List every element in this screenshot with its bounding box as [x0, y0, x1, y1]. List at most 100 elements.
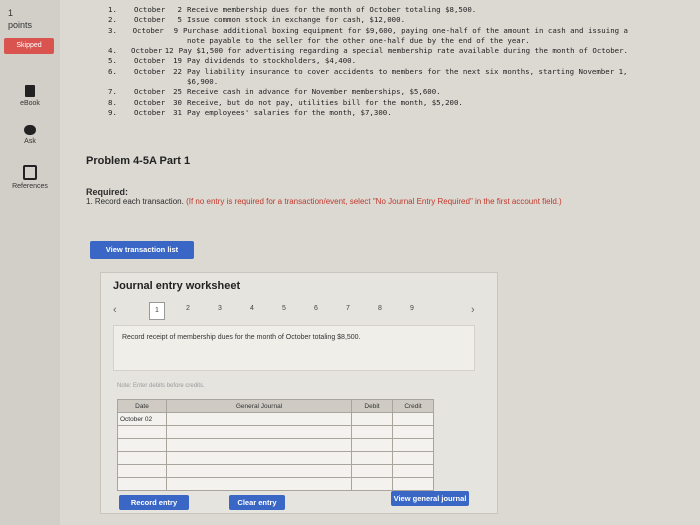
transaction-list: 1. October 2 Receive membership dues for th…: [108, 5, 628, 118]
chevron-left-icon[interactable]: ‹: [113, 304, 117, 316]
transaction-day: 30: [173, 97, 182, 107]
page-7[interactable]: 7: [341, 305, 355, 312]
ebook-button[interactable]: eBook: [6, 85, 54, 107]
chevron-right-icon[interactable]: ›: [471, 304, 475, 316]
date-cell[interactable]: [117, 451, 167, 465]
ebook-icon: [25, 85, 35, 97]
skipped-badge: Skipped: [4, 38, 54, 54]
transaction-number: 2.: [108, 15, 117, 25]
transaction-continuation: $6,900.: [187, 77, 219, 87]
credit-field[interactable]: [392, 464, 434, 478]
date-cell[interactable]: [117, 438, 167, 452]
required-label: Required:: [86, 187, 129, 197]
column-date: Date: [117, 399, 167, 413]
account-field[interactable]: [166, 477, 352, 491]
page-6[interactable]: 6: [309, 305, 323, 312]
transaction-number: 4.: [108, 46, 117, 56]
required-hint: (If no entry is required for a transacti…: [186, 197, 562, 206]
debit-field[interactable]: [351, 451, 393, 465]
column-general-journal: General Journal: [166, 399, 352, 413]
ebook-label: eBook: [20, 100, 40, 107]
transaction-continuation: note payable to the seller for the other…: [187, 35, 530, 45]
table-row: [117, 438, 434, 452]
date-cell[interactable]: [117, 425, 167, 439]
problem-title: Problem 4-5A Part 1: [86, 155, 191, 167]
transaction-number: 9.: [108, 107, 117, 117]
account-field[interactable]: [166, 464, 352, 478]
column-debit: Debit: [351, 399, 393, 413]
account-field[interactable]: [166, 425, 352, 439]
worksheet-pager: ‹ 1 2 3 4 5 6 7 8 9 ›: [111, 302, 481, 320]
credit-field[interactable]: [392, 438, 434, 452]
account-field[interactable]: [166, 412, 352, 426]
transaction-description: Pay dividends to stockholders, $4,400.: [187, 56, 357, 66]
transaction-day: 12: [164, 46, 174, 56]
transaction-description: Receive membership dues for the month of…: [187, 5, 477, 14]
account-field[interactable]: [166, 451, 352, 465]
credit-field[interactable]: [392, 412, 434, 426]
debit-field[interactable]: [351, 464, 393, 478]
transaction-number: 7.: [108, 87, 117, 97]
transaction-month: October: [132, 25, 164, 35]
worksheet-title: Journal entry worksheet: [113, 280, 241, 292]
page-5[interactable]: 5: [277, 305, 291, 312]
transaction-day: 2: [177, 5, 182, 14]
transaction-month: October: [134, 97, 166, 107]
transaction-day: 31: [173, 107, 182, 117]
transaction-month: October: [134, 56, 166, 66]
credit-field[interactable]: [392, 477, 434, 491]
transaction-month: October: [134, 15, 166, 25]
column-credit: Credit: [392, 399, 434, 413]
clear-entry-button[interactable]: Clear entry: [229, 495, 285, 510]
debit-field[interactable]: [351, 438, 393, 452]
date-cell[interactable]: [117, 464, 167, 478]
transaction-item: 6. October 22 Pay liability insurance to co…: [108, 67, 628, 77]
references-icon: [23, 165, 37, 180]
transaction-description: Receive cash in advance for November mem…: [187, 87, 441, 97]
view-transaction-list-button[interactable]: View transaction list: [90, 241, 194, 259]
page-1[interactable]: 1: [149, 302, 165, 320]
transaction-day: 25: [173, 87, 182, 97]
debit-field[interactable]: [351, 425, 393, 439]
debit-field[interactable]: [351, 477, 393, 491]
transaction-number: 6.: [108, 66, 117, 76]
transaction-day: 22: [173, 66, 182, 76]
transaction-day: 9: [173, 25, 179, 35]
chat-icon: [24, 125, 36, 135]
date-cell[interactable]: [117, 477, 167, 491]
page-9[interactable]: 9: [405, 305, 419, 312]
points-label: points: [8, 20, 33, 30]
credit-field[interactable]: [392, 425, 434, 439]
table-row: [117, 425, 434, 439]
transaction-month: October: [134, 66, 166, 76]
journal-table: Date General Journal Debit Credit Octobe…: [117, 399, 434, 491]
required-instructions: 1. Record each transaction. (If no entry…: [86, 197, 646, 207]
credit-field[interactable]: [392, 451, 434, 465]
record-entry-button[interactable]: Record entry: [119, 495, 189, 510]
references-button[interactable]: References: [6, 165, 54, 190]
page-4[interactable]: 4: [245, 305, 259, 312]
ask-button[interactable]: Ask: [6, 125, 54, 145]
debit-field[interactable]: [351, 412, 393, 426]
debits-before-credits-note: Note: Enter debits before credits.: [117, 383, 205, 389]
page-3[interactable]: 3: [213, 305, 227, 312]
transaction-description: Purchase additional boxing equipment for…: [183, 25, 629, 35]
transaction-item: 3. October 9 Purchase additional boxing equ…: [108, 26, 628, 36]
account-field[interactable]: [166, 438, 352, 452]
view-general-journal-button[interactable]: View general journal: [391, 491, 469, 506]
table-row: October 02: [117, 412, 434, 426]
transaction-item: 5. October 19 Pay dividends to stockholders…: [108, 56, 628, 66]
transaction-description: Receive, but do not pay, utilities bill …: [187, 97, 463, 107]
transaction-number: 5.: [108, 56, 117, 66]
references-label: References: [12, 183, 48, 190]
transaction-day: 19: [173, 56, 182, 66]
transaction-item: 7. October 25 Receive cash in advance for N…: [108, 87, 628, 97]
transaction-description: Pay employees' salaries for the month, $…: [187, 107, 392, 117]
page-2[interactable]: 2: [181, 305, 195, 312]
ask-label: Ask: [24, 138, 36, 145]
transaction-number: 8.: [108, 97, 117, 107]
page-8[interactable]: 8: [373, 305, 387, 312]
date-cell[interactable]: October 02: [117, 412, 167, 426]
transaction-item: 8. October 30 Receive, but do not pay, util…: [108, 98, 628, 108]
journal-entry-worksheet: Journal entry worksheet ‹ 1 2 3 4 5 6 7 …: [100, 272, 498, 514]
